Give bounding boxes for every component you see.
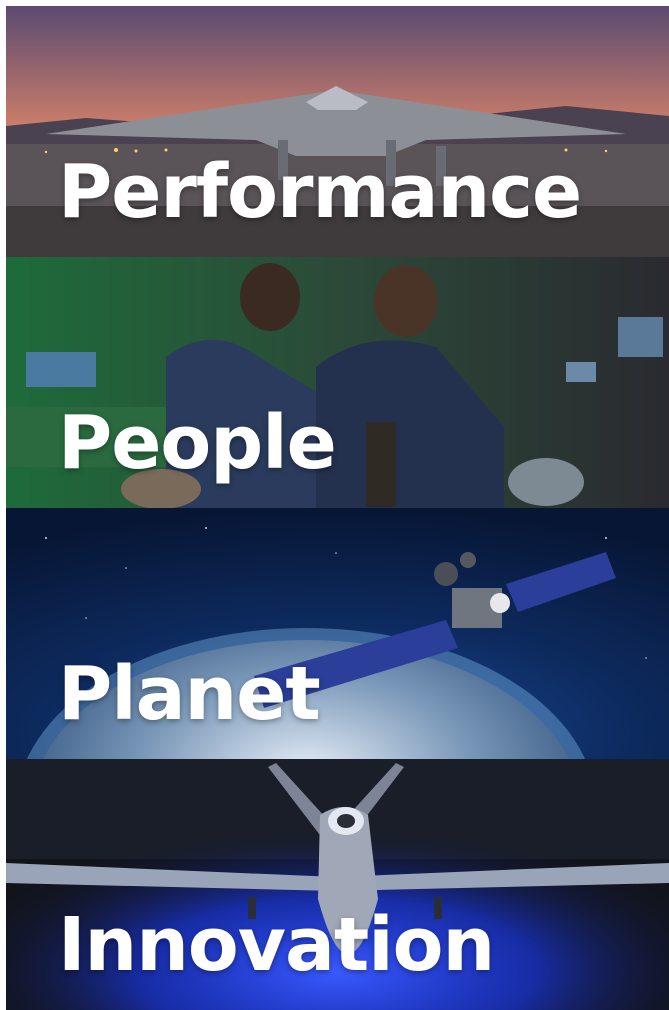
label-performance: Performance bbox=[58, 149, 582, 235]
label-innovation: Innovation bbox=[58, 902, 495, 988]
panel-performance: Performance bbox=[6, 6, 669, 257]
panel-innovation: Innovation bbox=[6, 759, 669, 1010]
label-people: People bbox=[58, 400, 337, 486]
label-planet: Planet bbox=[58, 651, 321, 737]
panel-people: People bbox=[6, 257, 669, 508]
panel-planet: Planet bbox=[6, 508, 669, 759]
image-stack: Performance People Planet Innovation bbox=[6, 6, 669, 1010]
